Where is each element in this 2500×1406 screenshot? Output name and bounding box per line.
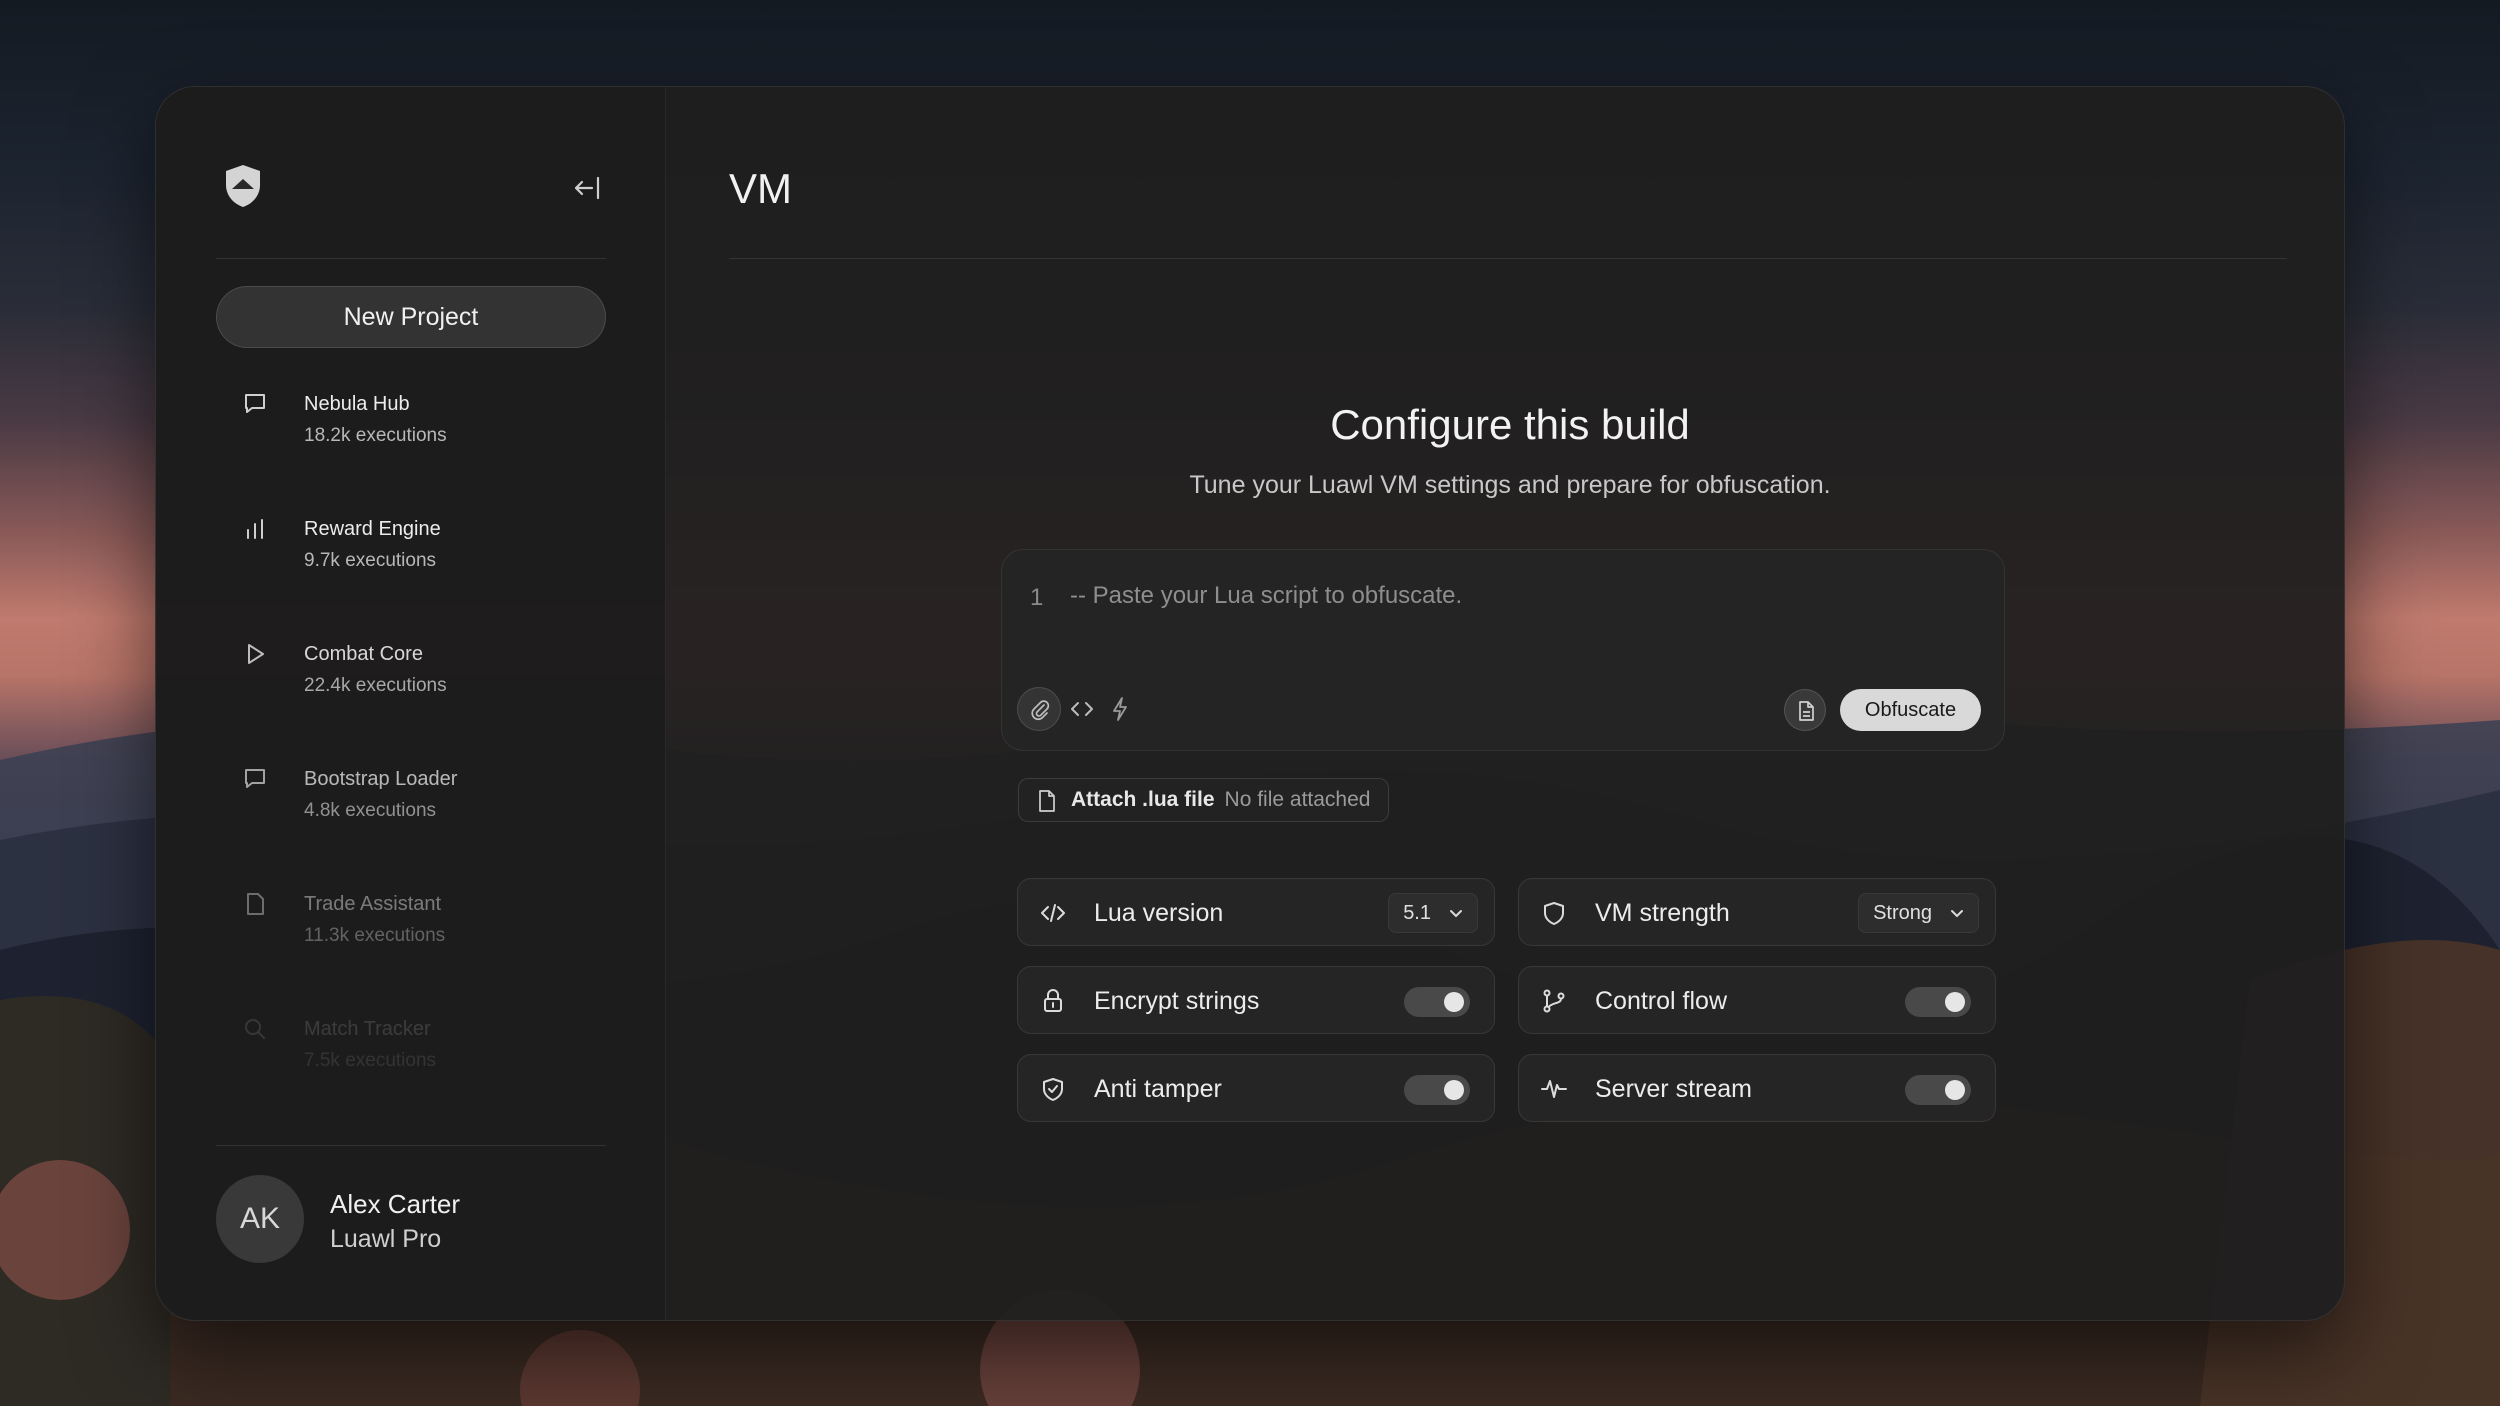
new-project-button[interactable]: New Project [216,286,606,348]
setting-label: Encrypt strings [1094,987,1260,1015]
project-name: Match Tracker [304,1018,431,1040]
anti-tamper-toggle[interactable] [1404,1075,1470,1105]
toggle-knob [1945,992,1965,1012]
document-button[interactable] [1784,689,1826,731]
project-item-reward-engine[interactable]: Reward Engine 9.7k executions [216,512,606,637]
chat-bubble-icon [245,769,265,788]
project-executions: 22.4k executions [304,675,447,696]
setting-vm-strength: VM strength Strong [1518,878,1996,946]
git-branch-icon [1543,989,1565,1013]
setting-anti-tamper: Anti tamper [1017,1054,1495,1122]
lightning-icon[interactable] [1109,696,1131,722]
document-icon [247,893,264,915]
line-number: 1 [1030,584,1044,611]
setting-label: Server stream [1595,1075,1752,1103]
header-divider [729,258,2287,259]
lock-icon [1044,989,1062,1012]
shield-logo-icon [226,165,260,207]
lua-version-select[interactable]: 5.1 [1388,893,1478,933]
attach-status: No file attached [1224,788,1371,811]
vm-strength-value: Strong [1873,902,1932,924]
setting-server-stream: Server stream [1518,1054,1996,1122]
project-item-bootstrap-loader[interactable]: Bootstrap Loader 4.8k executions [216,762,606,887]
chat-bubble-icon [245,394,265,413]
shield-icon [1544,902,1564,925]
attach-label: Attach .lua file [1071,788,1215,811]
setting-label: Lua version [1094,899,1224,927]
user-name: Alex Carter [330,1189,461,1219]
setting-encrypt-strings: Encrypt strings [1017,966,1495,1034]
setting-lua-version: Lua version 5.1 [1017,878,1495,946]
app-window: New Project Nebula Hub 18.2k executions … [155,86,2345,1321]
project-name: Reward Engine [304,518,441,540]
script-input[interactable] [1070,576,1950,616]
vm-strength-select[interactable]: Strong [1858,893,1979,933]
paperclip-icon [1031,700,1050,721]
project-name: Combat Core [304,643,423,665]
setting-label: VM strength [1595,899,1730,927]
toggle-knob [1444,992,1464,1012]
project-item-match-tracker[interactable]: Match Tracker 7.5k executions [216,1012,606,1137]
chevron-down-icon [1450,910,1462,918]
code-icon[interactable] [1069,696,1095,722]
play-icon [248,644,264,664]
project-executions: 7.5k executions [304,1050,437,1071]
setting-label: Anti tamper [1094,1075,1222,1103]
project-list: Nebula Hub 18.2k executions Reward Engin… [216,387,606,1137]
code-icon [1041,904,1065,922]
document-icon [1799,701,1814,721]
user-plan: Luawl Pro [330,1225,442,1253]
project-executions: 9.7k executions [304,550,437,571]
collapse-sidebar-icon[interactable] [570,171,604,205]
page-title: VM [729,165,792,212]
project-item-nebula-hub[interactable]: Nebula Hub 18.2k executions [216,387,606,512]
project-item-trade-assistant[interactable]: Trade Assistant 11.3k executions [216,887,606,1012]
search-icon [245,1019,265,1039]
bar-chart-icon [247,519,263,539]
sidebar-divider [216,258,606,259]
config-title: Configure this build [1330,401,1690,448]
chevron-down-icon [1951,910,1963,918]
attach-lua-file-button[interactable]: Attach .lua file No file attached [1018,778,1390,822]
toggle-knob [1945,1080,1965,1100]
server-stream-toggle[interactable] [1905,1075,1971,1105]
sidebar-divider [216,1145,606,1146]
setting-control-flow: Control flow [1518,966,1996,1034]
attach-button[interactable] [1017,687,1061,731]
setting-label: Control flow [1595,987,1727,1015]
project-name: Nebula Hub [304,393,410,415]
activity-icon [1541,1080,1567,1098]
user-profile[interactable]: AK Alex Carter Luawl Pro [216,1175,606,1265]
encrypt-strings-toggle[interactable] [1404,987,1470,1017]
config-subtitle: Tune your Luawl VM settings and prepare … [1189,471,1831,499]
project-name: Trade Assistant [304,893,442,915]
avatar: AK [216,1175,304,1263]
lua-version-value: 5.1 [1403,902,1431,924]
sidebar: New Project Nebula Hub 18.2k executions … [156,87,666,1320]
project-executions: 18.2k executions [304,425,447,446]
script-editor: 1 Obfuscate [1001,549,2005,751]
project-executions: 4.8k executions [304,800,437,821]
project-name: Bootstrap Loader [304,768,458,790]
file-icon [1039,790,1055,812]
project-executions: 11.3k executions [304,925,446,946]
control-flow-toggle[interactable] [1905,987,1971,1017]
obfuscate-button[interactable]: Obfuscate [1840,689,1981,731]
shield-check-icon [1043,1078,1063,1101]
toggle-knob [1444,1080,1464,1100]
project-item-combat-core[interactable]: Combat Core 22.4k executions [216,637,606,762]
main-panel: VM Configure this build Tune your Luawl … [666,87,2344,1320]
